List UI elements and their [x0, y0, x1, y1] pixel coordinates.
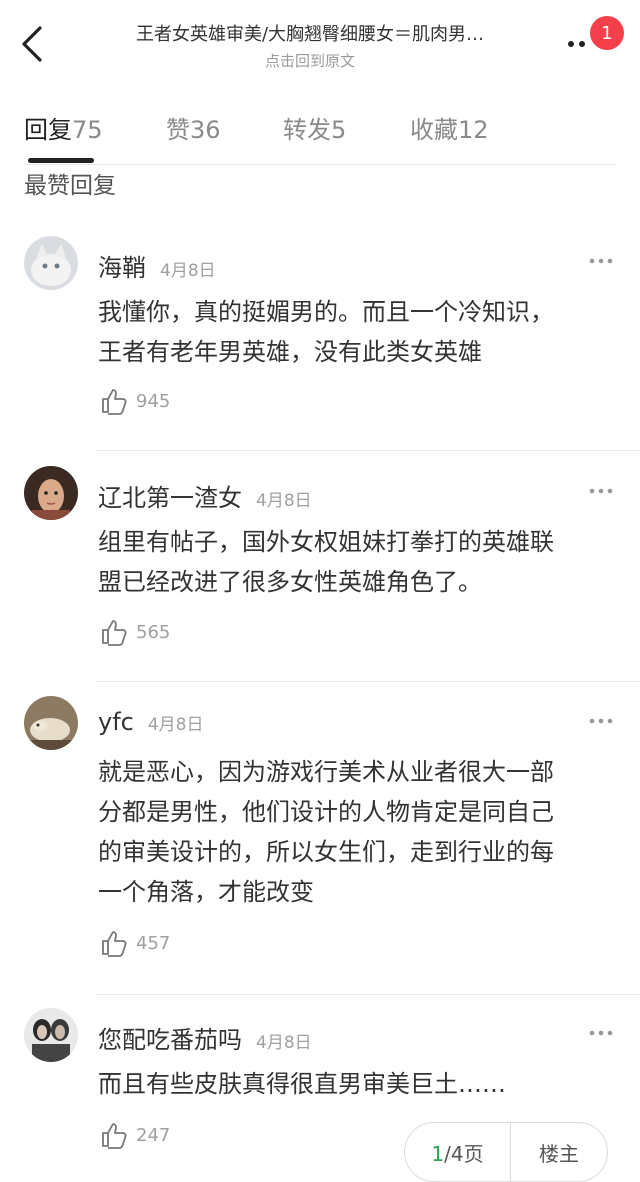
- comment-date: 4月8日: [256, 491, 312, 511]
- like-count: 565: [136, 621, 171, 643]
- tab-count: 12: [458, 116, 489, 144]
- username-text: 海鞘: [98, 254, 146, 282]
- comment-line: 盟已经改进了很多女性英雄角色了。: [98, 568, 482, 596]
- tab-label: 赞: [166, 116, 190, 144]
- total-pages: /4页: [444, 1141, 484, 1166]
- thumbs-up-icon: [102, 620, 127, 646]
- tabs-divider: [24, 164, 616, 165]
- username[interactable]: 海鞘 4月8日: [98, 248, 216, 283]
- username-text: 您配吃番茄吗: [98, 1026, 242, 1054]
- like-button[interactable]: 247: [100, 1120, 170, 1150]
- like-button[interactable]: 457: [100, 928, 170, 958]
- owner-only-button[interactable]: 楼主: [511, 1138, 607, 1167]
- comment-line: 我懂你，真的挺媚男的。而且一个冷知识，: [98, 298, 554, 326]
- username[interactable]: 辽北第一渣女 4月8日: [98, 478, 312, 513]
- comment-line: 组里有帖子，国外女权姐妹打拳打的英雄联: [98, 528, 554, 556]
- comment-line: 一个角落，才能改变: [98, 878, 314, 906]
- comment-divider: [96, 994, 640, 995]
- comment-date: 4月8日: [160, 261, 216, 281]
- comment-text: 就是恶心，因为游戏行美术从业者很大一部 分都是男性，他们设计的人物肯定是同自己 …: [98, 752, 618, 912]
- avatar[interactable]: [24, 1008, 78, 1062]
- tab-favorites[interactable]: 收藏12: [410, 110, 489, 145]
- username[interactable]: 您配吃番茄吗 4月8日: [98, 1020, 312, 1055]
- comment-line: 而且有些皮肤真得很直男审美巨土……: [98, 1070, 506, 1098]
- comment-line: 分都是男性，他们设计的人物肯定是同自己: [98, 798, 554, 826]
- tab-likes[interactable]: 赞36: [166, 110, 221, 145]
- username[interactable]: yfc 4月8日: [98, 708, 204, 736]
- comment-text: 组里有帖子，国外女权姐妹打拳打的英雄联 盟已经改进了很多女性英雄角色了。: [98, 522, 618, 602]
- avatar[interactable]: [24, 696, 78, 750]
- comment-text: 我懂你，真的挺媚男的。而且一个冷知识， 王者有老年男英雄，没有此类女英雄: [98, 292, 618, 372]
- tab-count: 36: [190, 116, 221, 144]
- back-to-original-link[interactable]: 点击回到原文: [70, 50, 550, 71]
- comment-more-icon[interactable]: [588, 1028, 614, 1038]
- like-count: 247: [136, 1124, 171, 1146]
- thumbs-up-icon: [102, 389, 127, 415]
- comment-divider: [96, 450, 640, 451]
- tab-bar: 回复75 赞36 转发5 收藏12: [0, 100, 640, 166]
- like-count: 457: [136, 932, 171, 954]
- avatar[interactable]: [24, 466, 78, 520]
- comment-more-icon[interactable]: [588, 256, 614, 266]
- username-text: 辽北第一渣女: [98, 484, 242, 512]
- page-navigator: 1/4页 楼主: [404, 1122, 608, 1182]
- comment-divider: [96, 681, 640, 682]
- post-title[interactable]: 王者女英雄审美/大胸翘臀细腰女＝肌肉男…: [70, 20, 550, 46]
- back-arrow-icon[interactable]: [14, 22, 54, 66]
- comment-line: 王者有老年男英雄，没有此类女英雄: [98, 338, 482, 366]
- top-bar: 王者女英雄审美/大胸翘臀细腰女＝肌肉男… 点击回到原文 1: [0, 0, 640, 90]
- comment-line: 就是恶心，因为游戏行美术从业者很大一部: [98, 758, 554, 786]
- tab-label: 转发: [283, 116, 331, 144]
- comment-text: 而且有些皮肤真得很直男审美巨土……: [98, 1064, 618, 1104]
- comment-date: 4月8日: [256, 1033, 312, 1053]
- active-tab-indicator: [28, 158, 94, 163]
- like-button[interactable]: 945: [100, 386, 170, 416]
- tab-replies[interactable]: 回复75: [24, 110, 103, 145]
- tab-count: 75: [72, 116, 103, 144]
- avatar[interactable]: [24, 236, 78, 290]
- tab-label: 收藏: [410, 116, 458, 144]
- section-title: 最赞回复: [24, 173, 116, 199]
- tab-count: 5: [331, 116, 347, 144]
- thumbs-up-icon: [102, 1123, 127, 1149]
- notification-badge[interactable]: 1: [590, 16, 624, 50]
- comment-date: 4月8日: [147, 715, 204, 735]
- comment-line: 的审美设计的，所以女生们，走到行业的每: [98, 838, 554, 866]
- thumbs-up-icon: [102, 931, 127, 957]
- comment-more-icon[interactable]: [588, 486, 614, 496]
- tab-reposts[interactable]: 转发5: [283, 110, 346, 145]
- like-count: 945: [136, 390, 171, 412]
- tab-label: 回复: [24, 116, 72, 144]
- more-options-icon[interactable]: [566, 32, 590, 52]
- username-text: yfc: [98, 708, 134, 736]
- page-indicator-button[interactable]: 1/4页: [405, 1138, 510, 1167]
- comment-more-icon[interactable]: [588, 716, 614, 726]
- current-page: 1: [431, 1141, 445, 1166]
- like-button[interactable]: 565: [100, 617, 170, 647]
